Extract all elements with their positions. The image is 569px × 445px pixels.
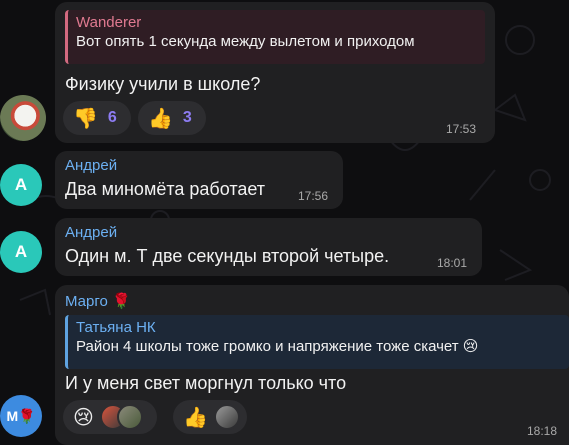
user-avatar[interactable]: M🌹	[0, 395, 42, 437]
reaction-crying[interactable]: 😢	[63, 400, 157, 434]
message-text: Один м. Т две секунды второй четыре.	[65, 246, 390, 266]
message-bubble[interactable]: Андрей Один м. Т две секунды второй четы…	[55, 218, 482, 276]
reply-author: Wanderer	[76, 14, 142, 31]
reply-quote[interactable]: Wanderer Вот опять 1 секунда между вылет…	[65, 10, 485, 64]
reaction-thumbs-up[interactable]: 👍 3	[138, 101, 206, 135]
reaction-count: 6	[107, 109, 117, 126]
message-time: 17:53	[446, 122, 477, 136]
reply-quote[interactable]: Татьяна НК Район 4 школы тоже громко и н…	[65, 315, 569, 369]
message-bubble[interactable]: Wanderer Вот опять 1 секунда между вылет…	[55, 2, 495, 143]
reply-author: Татьяна НК	[76, 319, 156, 336]
thumbs-down-icon: 👎	[73, 107, 98, 130]
message-bubble[interactable]: Андрей Два миномёта работает 17:56	[55, 151, 343, 209]
user-avatar[interactable]: А	[0, 164, 42, 206]
sender-name[interactable]: Андрей	[65, 157, 117, 174]
message-text: И у меня свет моргнул только что	[65, 373, 347, 393]
user-avatar[interactable]: А	[0, 231, 42, 273]
message-time: 17:56	[298, 189, 329, 203]
sender-name[interactable]: Андрей	[65, 224, 117, 241]
thumbs-up-icon: 👍	[148, 107, 173, 130]
sender-name[interactable]: Марго 🌹	[65, 292, 131, 310]
reactor-avatar	[213, 404, 240, 430]
message-text: Два миномёта работает	[65, 179, 266, 199]
message-text: Физику учили в школе?	[65, 74, 261, 94]
thumbs-up-icon: 👍	[183, 406, 208, 429]
reactor-avatar	[116, 404, 143, 430]
reply-text: Вот опять 1 секунда между вылетом и прих…	[76, 33, 415, 50]
reply-text: Район 4 школы тоже громко и напряжение т…	[76, 338, 479, 355]
message-bubble[interactable]: Марго 🌹 Татьяна НК Район 4 школы тоже гр…	[55, 285, 569, 445]
crying-face-icon: 😢	[73, 406, 94, 429]
user-avatar-photo[interactable]	[0, 95, 46, 141]
message-time: 18:01	[437, 256, 468, 270]
reaction-thumbs-down[interactable]: 👎 6	[63, 101, 131, 135]
reaction-thumbs-up[interactable]: 👍	[173, 400, 247, 434]
reaction-count: 3	[182, 109, 192, 126]
message-time: 18:18	[527, 424, 558, 438]
